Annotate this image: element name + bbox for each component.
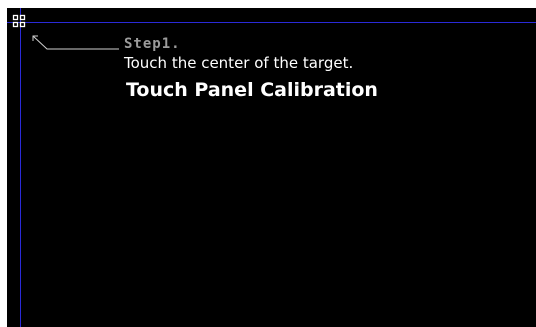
calibration-screen[interactable]: Step1. Touch the center of the target. T… xyxy=(7,8,536,327)
pointer-arrow-icon xyxy=(32,35,119,50)
instruction-text: Touch the center of the target. xyxy=(124,54,354,72)
crosshair-horizontal-line xyxy=(7,22,536,23)
page-title: Touch Panel Calibration xyxy=(126,79,378,101)
crosshair-vertical-line xyxy=(20,8,21,327)
step-label: Step1. xyxy=(124,36,181,52)
calibration-target-icon[interactable] xyxy=(12,14,26,28)
